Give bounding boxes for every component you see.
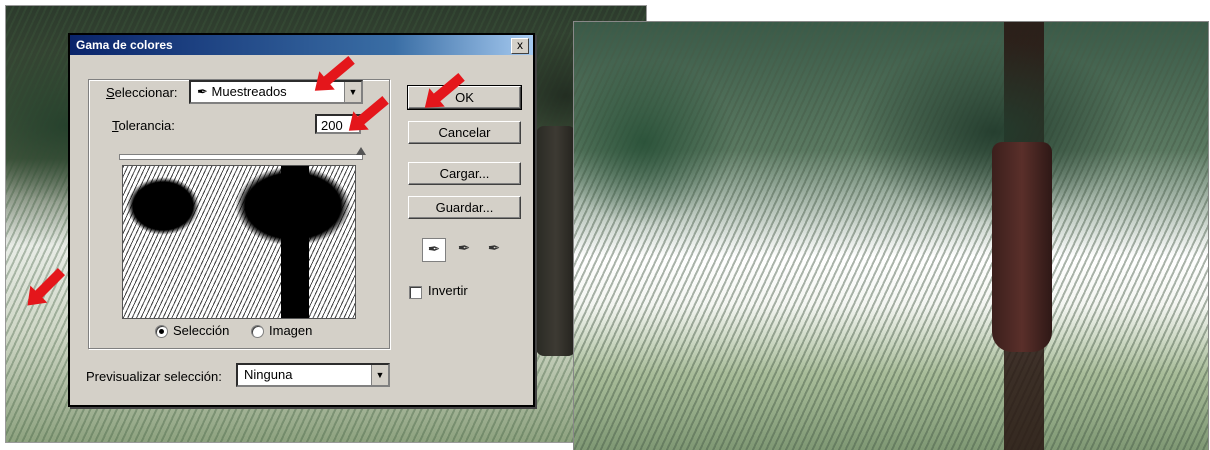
eyedropper-minus-icon[interactable]: ✒: [483, 238, 505, 260]
tolerance-slider-thumb[interactable]: [355, 147, 366, 155]
tree-trunk-right: [992, 142, 1052, 352]
select-value-text: Muestreados: [211, 84, 287, 99]
tolerance-label: Tolerancia:: [112, 118, 175, 133]
preview-selection-dropdown[interactable]: Ninguna ▼: [236, 363, 390, 387]
image-radio-label[interactable]: Imagen: [269, 323, 312, 338]
select-dropdown[interactable]: ✒ Muestreados ▼: [189, 80, 363, 104]
color-range-dialog: Gama de colores x Seleccionar: ✒ Muestre…: [68, 33, 535, 407]
invert-checkbox[interactable]: [409, 286, 422, 299]
image-radio[interactable]: [251, 325, 264, 338]
close-button[interactable]: x: [511, 38, 529, 54]
preview-selection-label: Previsualizar selección:: [86, 369, 222, 384]
tolerance-slider-track[interactable]: [119, 154, 363, 160]
select-label: Seleccionar:: [106, 85, 178, 100]
load-button[interactable]: Cargar...: [408, 162, 521, 185]
invert-label[interactable]: Invertir: [428, 283, 468, 298]
eyedropper-icon[interactable]: ✒: [422, 238, 446, 262]
selection-radio-label[interactable]: Selección: [173, 323, 229, 338]
dialog-title: Gama de colores: [76, 38, 173, 52]
eyedropper-plus-icon[interactable]: ✒: [453, 238, 475, 260]
select-value: ✒ Muestreados: [197, 84, 287, 100]
eyedropper-icon: ✒: [197, 84, 208, 99]
preview-selection-value: Ninguna: [244, 367, 293, 382]
mask-preview-image: [122, 165, 356, 319]
select-label-rest: eleccionar:: [114, 85, 178, 100]
tree-trunk-left: [536, 126, 576, 356]
result-photo-right: [574, 22, 1208, 450]
selection-radio[interactable]: [155, 325, 168, 338]
save-button[interactable]: Guardar...: [408, 196, 521, 219]
chevron-down-icon[interactable]: ▼: [371, 365, 388, 385]
title-bar: Gama de colores x: [70, 35, 533, 55]
tolerance-label-rest: olerancia:: [118, 118, 175, 133]
chevron-down-icon[interactable]: ▼: [344, 82, 361, 102]
cancel-button[interactable]: Cancelar: [408, 121, 521, 144]
